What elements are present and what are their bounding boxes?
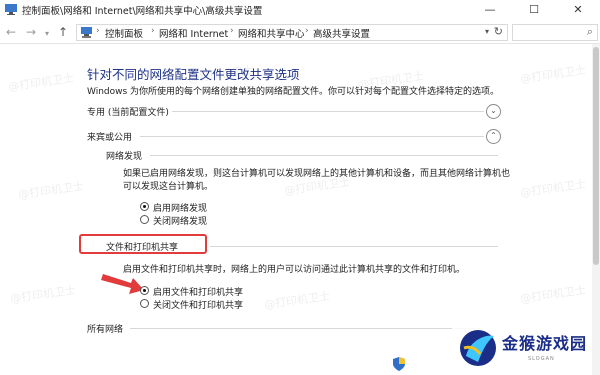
breadcrumb-separator: › [305,26,309,36]
window-title: 控制面板\网络和 Internet\网络和共享中心\高级共享设置 [22,6,263,17]
close-button[interactable]: ✕ [556,0,600,20]
arrow-left-icon[interactable]: ← [6,24,16,40]
breadcrumb-item-network-sharing-center[interactable]: 网络和共享中心 [238,26,305,40]
breadcrumb-item-control-panel[interactable]: 控制面板 [105,26,143,40]
breadcrumb-separator: › [96,26,100,36]
shield-icon [393,357,405,371]
network-discovery-desc-1: 如果已启用网络发现，则这台计算机可以发现网络上的其他计算机和设备，而且其他网络计… [123,169,511,179]
arrow-up-icon[interactable]: ↑ [58,24,68,40]
section-divider [130,328,480,329]
section-all-networks-label[interactable]: 所有网络 [87,322,123,335]
search-icon[interactable]: ⌕ [587,25,593,39]
radio-label[interactable]: 启用网络发现 [153,201,207,214]
breadcrumb-item-network-internet[interactable]: 网络和 Internet [159,26,228,40]
page-title: 针对不同的网络配置文件更改共享选项 [87,67,300,82]
breadcrumb-separator: › [230,26,234,36]
highlight-box [79,234,207,254]
breadcrumb-item-advanced-sharing[interactable]: 高级共享设置 [313,26,370,40]
chevron-down-icon[interactable]: ⌄ [486,104,501,119]
page-description: Windows 为你所使用的每个网络创建单独的网络配置文件。你可以针对每个配置文… [87,87,500,97]
radio-button[interactable] [140,202,149,211]
logo-brand-text: 金猴游戏园 [502,334,588,353]
network-discovery-heading: 网络发现 [106,152,143,162]
section-divider [150,155,498,156]
control-panel-icon [81,27,92,38]
section-divider [210,246,498,247]
title-bar: 控制面板\网络和 Internet\网络和共享中心\高级共享设置 — ☐ ✕ [0,0,600,20]
radio-label[interactable]: 启用文件和打印机共享 [153,285,243,298]
chevron-down-icon[interactable]: ▾ [485,27,489,36]
section-private-label[interactable]: 专用 (当前配置文件) [87,105,169,118]
logo-slogan-text: SLOGAN [528,356,555,362]
breadcrumb[interactable]: › 控制面板 › 网络和 Internet › 网络和共享中心 › 高级共享设置… [76,24,508,41]
radio-button[interactable] [140,299,149,308]
radio-button[interactable] [140,286,149,295]
radio-label[interactable]: 关闭文件和打印机共享 [153,298,243,311]
control-panel-icon [5,4,17,15]
logo-mark-icon [460,330,496,366]
search-input[interactable]: ⌕ [512,24,598,41]
breadcrumb-separator: › [151,26,155,36]
network-discovery-desc-2: 可以发现这台计算机。 [123,182,214,192]
scrollbar-thumb[interactable] [593,47,599,265]
recent-locations-chevron-icon[interactable]: ▾ [45,26,49,42]
section-guest-label[interactable]: 来宾或公用 [87,130,132,143]
address-bar: ← → ▾ ↑ › 控制面板 › 网络和 Internet › 网络和共享中心 … [0,21,600,44]
section-divider [172,111,484,112]
arrow-right-icon[interactable]: → [26,24,36,40]
site-logo: 金猴游戏园 SLOGAN [452,322,592,372]
radio-button[interactable] [140,215,149,224]
red-arrow-annotation [101,274,144,294]
maximize-button[interactable]: ☐ [512,0,556,20]
chevron-up-icon[interactable]: ⌃ [486,129,501,144]
file-printer-sharing-desc: 启用文件和打印机共享时，网络上的用户可以访问通过此计算机共享的文件和打印机。 [123,265,466,275]
section-divider [140,136,484,137]
minimize-button[interactable]: — [468,0,512,20]
radio-label[interactable]: 关闭网络发现 [153,214,207,227]
refresh-icon[interactable]: ↻ [494,25,503,38]
